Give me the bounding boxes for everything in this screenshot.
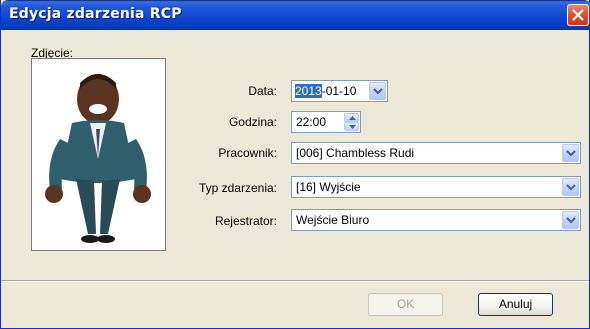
time-spinner[interactable] bbox=[344, 113, 359, 131]
date-year-selected: 2013 bbox=[295, 84, 322, 98]
spin-up-button[interactable] bbox=[344, 113, 359, 122]
chevron-down-icon bbox=[566, 184, 576, 191]
date-label: Data: bbox=[248, 84, 277, 98]
date-rest: -01-10 bbox=[321, 84, 357, 98]
employee-value: [006] Chambless Rudi bbox=[296, 146, 415, 160]
cancel-button[interactable]: Anuluj bbox=[478, 293, 553, 316]
employee-photo bbox=[31, 58, 166, 251]
title-bar[interactable]: Edycja zdarzenia RCP bbox=[1, 0, 590, 30]
footer-divider bbox=[1, 280, 589, 282]
window-title: Edycja zdarzenia RCP bbox=[9, 6, 182, 22]
recorder-value: Wejście Biuro bbox=[296, 213, 370, 227]
chevron-down-icon bbox=[373, 88, 383, 95]
time-field[interactable]: 22:00 bbox=[291, 111, 361, 133]
recorder-dropdown-button[interactable] bbox=[562, 211, 579, 229]
time-value: 22:00 bbox=[296, 115, 327, 129]
spin-down-icon bbox=[349, 125, 356, 129]
recorder-label: Rejestrator: bbox=[214, 214, 277, 228]
spin-down-button[interactable] bbox=[344, 122, 359, 131]
employee-select[interactable]: [006] Chambless Rudi bbox=[291, 142, 581, 164]
chevron-down-icon bbox=[566, 217, 576, 224]
event-type-dropdown-button[interactable] bbox=[562, 178, 579, 196]
chevron-down-icon bbox=[566, 150, 576, 157]
employee-label: Pracownik: bbox=[218, 146, 277, 160]
spin-up-icon bbox=[349, 116, 356, 120]
event-type-label: Typ zdarzenia: bbox=[198, 181, 277, 195]
time-label: Godzina: bbox=[228, 115, 277, 129]
date-dropdown-button[interactable] bbox=[369, 82, 386, 100]
event-type-select[interactable]: [16] Wyjście bbox=[291, 176, 581, 198]
recorder-select[interactable]: Wejście Biuro bbox=[291, 209, 581, 231]
dialog-window: Edycja zdarzenia RCP Zdjęcie: Data: 2013… bbox=[0, 0, 590, 329]
close-button[interactable] bbox=[567, 4, 589, 26]
event-type-value: [16] Wyjście bbox=[296, 180, 361, 194]
ok-button[interactable]: OK bbox=[368, 293, 443, 316]
employee-dropdown-button[interactable] bbox=[562, 144, 579, 162]
date-picker[interactable]: 2013-01-10 bbox=[291, 80, 388, 102]
close-icon bbox=[572, 9, 584, 21]
